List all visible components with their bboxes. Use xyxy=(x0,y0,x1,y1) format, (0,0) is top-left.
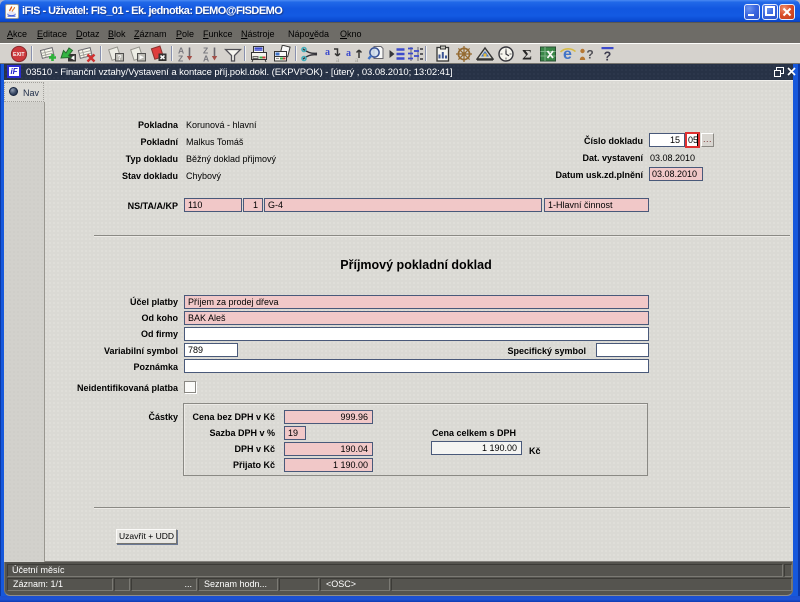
svg-text:Σ: Σ xyxy=(522,48,532,64)
svg-text:EXIT: EXIT xyxy=(13,52,25,58)
svg-text:a: a xyxy=(336,55,340,63)
svg-text:a: a xyxy=(346,48,351,59)
svg-text:?: ? xyxy=(604,50,612,64)
svg-text:A: A xyxy=(203,54,209,64)
svg-text:Z: Z xyxy=(178,54,183,64)
svg-text:?: ? xyxy=(117,55,121,62)
svg-text:a: a xyxy=(325,47,330,58)
svg-text:?: ? xyxy=(586,48,593,62)
